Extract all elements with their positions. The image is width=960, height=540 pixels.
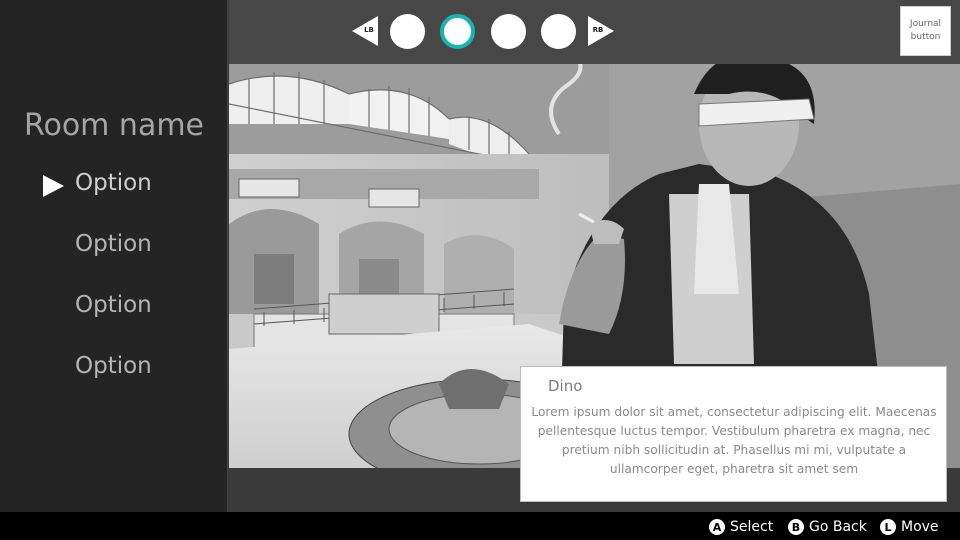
game-screen: Room name Option Option Option Option LB… [0,0,960,540]
speaker-name: Dino [548,377,583,395]
page-dot-4[interactable] [541,14,576,49]
dialogue-box: Dino Lorem ipsum dolor sit amet, consect… [520,366,947,502]
room-menu-panel: Room name Option Option Option Option [0,0,228,512]
selection-arrow-icon [43,175,64,197]
room-name-title: Room name [23,108,205,143]
rb-label: RB [592,26,604,34]
hint-select: A Select [709,518,773,536]
controls-footer: A Select B Go Back L Move [0,512,960,540]
menu-option-label: Option [75,292,152,318]
dialogue-text: Lorem ipsum dolor sit amet, consectetur … [531,405,937,476]
menu-option-label: Option [75,170,152,196]
menu-option-2[interactable]: Option [0,226,228,266]
menu-option-label: Option [75,353,152,379]
a-button-icon: A [709,519,725,535]
page-dot-3[interactable] [491,14,526,49]
rb-shoulder-button[interactable]: RB [588,16,616,46]
menu-option-4[interactable]: Option [0,348,228,388]
lb-label: LB [364,26,374,34]
menu-option-3[interactable]: Option [0,287,228,327]
hint-label: Move [901,519,939,535]
b-button-icon: B [788,519,804,535]
journal-button-label: Journal button [909,19,942,42]
lb-shoulder-button[interactable]: LB [352,16,380,46]
journal-button[interactable]: Journal button [900,6,951,56]
hint-move: L Move [880,518,939,536]
page-dot-1[interactable] [390,14,425,49]
page-indicator: LB RB [0,0,960,64]
l-stick-icon: L [880,519,896,535]
menu-option-1[interactable]: Option [0,165,228,205]
hint-label: Select [730,519,774,535]
page-dot-2-active[interactable] [440,14,475,49]
menu-option-label: Option [75,231,152,257]
hint-label: Go Back [809,519,867,535]
hint-go-back: B Go Back [788,518,867,536]
